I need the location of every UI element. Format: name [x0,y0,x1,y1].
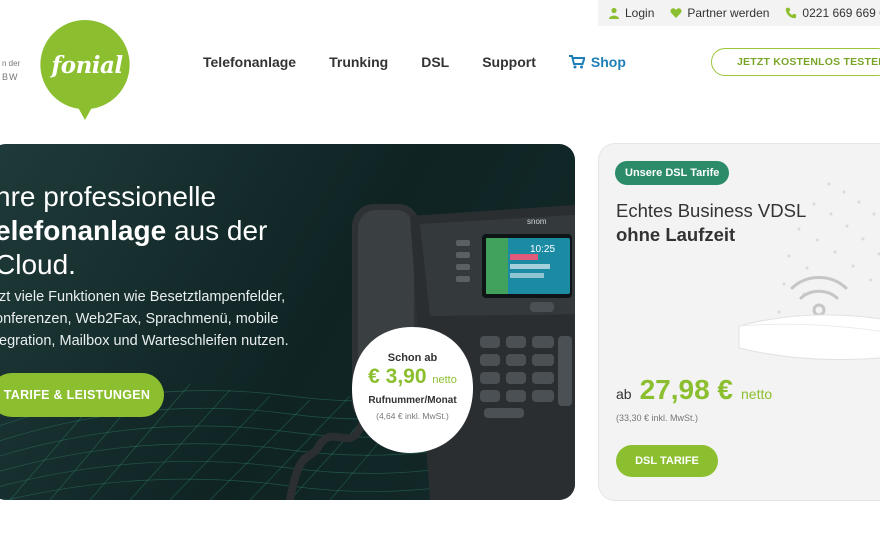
hero-subtitle: tzt viele Funktionen wie Besetztlampenfe… [0,289,289,349]
tariffs-button[interactable]: TARIFE & LEISTUNGEN [0,373,164,417]
dsl-card: Unsere DSL Tarife Echtes Business VDSL o… [599,144,880,500]
hero-title: hre professionelle elefonanlage aus der … [0,180,325,282]
hero-title-line-1: hre professionelle [0,181,217,212]
phone-screen-time: 10:25 [530,244,555,255]
price-amount: € 3,90 [368,365,427,388]
hero-title-line-2-bold: elefonanlage [0,215,167,246]
price-netto: netto [432,374,457,386]
nav-telefonanlage[interactable]: Telefonanlage [203,54,296,70]
cart-icon [568,55,585,69]
nav-trunking[interactable]: Trunking [329,54,388,70]
price-bubble: Schon ab € 3,90 netto Rufnummer/Monat (4… [350,325,475,455]
nav-support[interactable]: Support [482,54,536,70]
price-bubble-content: Schon ab € 3,90 netto Rufnummer/Monat (4… [350,325,475,455]
dsl-tariffs-button[interactable]: DSL TARIFE [616,445,718,477]
dsl-title: Echtes Business VDSL ohne Laufzeit [616,199,806,247]
logo-wordmark: fonial [51,52,123,79]
dsl-title-line-2: ohne Laufzeit [616,224,736,245]
nav-shop[interactable]: Shop [568,54,626,70]
main-nav: Telefonanlage Trunking DSL Support Shop [203,54,626,70]
login-label: Login [625,6,655,20]
login-link[interactable]: Login [608,6,654,20]
phone-icon [786,7,797,19]
dsl-price-note: (33,30 € inkl. MwSt.) [616,413,699,423]
user-icon [609,7,619,19]
dsl-netto: netto [741,386,773,402]
hero-banner: 10:25 snom hre professionelle elefonanla… [0,144,575,500]
free-trial-button[interactable]: JETZT KOSTENLOS TESTEN! [711,48,880,76]
phone-link[interactable]: 0221 669 669 66 [785,6,880,20]
hero-title-line-3: Cloud. [0,249,76,280]
dsl-price: 27,98 € [639,374,733,405]
dsl-title-line-1: Echtes Business VDSL [616,200,807,221]
price-unit: Rufnummer/Monat [368,395,457,406]
partner-label: Partner werden [687,6,770,20]
dsl-badge: Unsere DSL Tarife [615,161,730,185]
heart-icon [670,8,682,18]
nav-dsl[interactable]: DSL [421,54,449,70]
phone-number: 0221 669 669 66 [802,6,880,20]
hero-title-line-2-rest: aus der [166,215,268,246]
logo-tagline-2: BW [2,72,19,82]
price-prefix: Schon ab [387,352,438,364]
price-amount-row: € 3,90 netto [350,365,475,389]
price-note: (4,64 € inkl. MwSt.) [376,411,449,421]
logo[interactable]: n der BW fonial [0,0,140,135]
nav-shop-label: Shop [590,54,626,70]
logo-tagline-1: n der [2,59,21,68]
utility-bar: Login Partner werden 0221 669 669 66 [598,0,880,26]
partner-link[interactable]: Partner werden [670,6,769,20]
dsl-price-prefix: ab [616,386,632,402]
phone-brand: snom [527,217,547,226]
dsl-price-row: ab 27,98 € netto [616,374,772,406]
